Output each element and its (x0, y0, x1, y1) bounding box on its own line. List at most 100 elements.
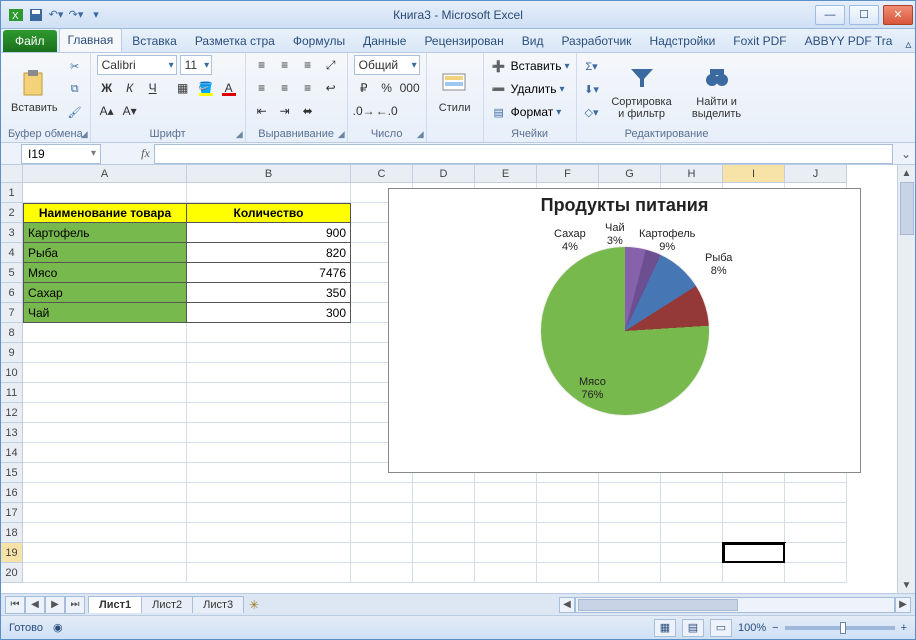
cell-J19[interactable] (785, 543, 847, 563)
fill-icon[interactable]: ⬇▾ (583, 80, 601, 98)
cell-I16[interactable] (723, 483, 785, 503)
formula-input[interactable] (154, 144, 893, 164)
cell-A8[interactable] (23, 323, 187, 343)
border-button[interactable]: ▦ (173, 78, 193, 98)
align-right-icon[interactable]: ≡ (298, 78, 318, 98)
select-all-button[interactable] (1, 165, 23, 183)
cell-B18[interactable] (187, 523, 351, 543)
tab-foxit[interactable]: Foxit PDF (725, 30, 794, 52)
cell-G18[interactable] (599, 523, 661, 543)
row-header-5[interactable]: 5 (1, 263, 23, 283)
cell-B14[interactable] (187, 443, 351, 463)
clipboard-launcher-icon[interactable]: ◢ (81, 129, 88, 140)
cell-D17[interactable] (413, 503, 475, 523)
cell-G19[interactable] (599, 543, 661, 563)
format-cells-button[interactable]: ▤ Формат▾ (490, 103, 570, 121)
cell-J20[interactable] (785, 563, 847, 583)
sheet-tab-3[interactable]: Лист3 (192, 596, 244, 613)
row-header-7[interactable]: 7 (1, 303, 23, 323)
row-header-15[interactable]: 15 (1, 463, 23, 483)
format-painter-icon[interactable]: 🖌 (66, 103, 84, 121)
cell-I18[interactable] (723, 523, 785, 543)
cell-B2[interactable]: Количество (187, 203, 351, 223)
row-header-2[interactable]: 2 (1, 203, 23, 223)
cell-F18[interactable] (537, 523, 599, 543)
font-size-combo[interactable]: 11 (180, 55, 212, 75)
cell-E17[interactable] (475, 503, 537, 523)
cell-H16[interactable] (661, 483, 723, 503)
row-header-8[interactable]: 8 (1, 323, 23, 343)
cell-A12[interactable] (23, 403, 187, 423)
insert-cells-button[interactable]: ➕ Вставить▾ (490, 57, 570, 75)
italic-button[interactable]: К (120, 78, 140, 98)
sort-filter-button[interactable]: Сортировка и фильтр (605, 55, 679, 127)
scroll-up-icon[interactable]: ▲ (899, 165, 915, 181)
scroll-left-icon[interactable]: ◀ (559, 597, 575, 613)
fill-color-button[interactable]: 🪣 (196, 78, 216, 98)
row-header-17[interactable]: 17 (1, 503, 23, 523)
tab-addins[interactable]: Надстройки (641, 30, 723, 52)
zoom-in-button[interactable]: + (901, 622, 907, 634)
expand-formula-bar-icon[interactable]: ⌄ (897, 147, 915, 161)
copy-icon[interactable]: ⧉ (66, 80, 84, 98)
row-header-9[interactable]: 9 (1, 343, 23, 363)
styles-button[interactable]: Стили (433, 55, 477, 127)
qat-customize-icon[interactable]: ▾ (87, 6, 105, 24)
cell-C17[interactable] (351, 503, 413, 523)
page-layout-view-button[interactable]: ▤ (682, 619, 704, 637)
row-header-10[interactable]: 10 (1, 363, 23, 383)
normal-view-button[interactable]: ▦ (654, 619, 676, 637)
last-sheet-button[interactable]: ⏭ (65, 596, 85, 614)
fx-icon[interactable]: fx (137, 146, 154, 161)
decrease-decimal-icon[interactable]: ←.0 (377, 101, 397, 121)
shrink-font-button[interactable]: A▾ (120, 101, 140, 121)
tab-developer[interactable]: Разработчик (553, 30, 639, 52)
tab-insert[interactable]: Вставка (124, 30, 185, 52)
cell-A13[interactable] (23, 423, 187, 443)
cell-B3[interactable]: 900 (187, 223, 351, 243)
row-header-19[interactable]: 19 (1, 543, 23, 563)
tab-page-layout[interactable]: Разметка стра (187, 30, 283, 52)
cell-A4[interactable]: Рыба (23, 243, 187, 263)
number-format-combo[interactable]: Общий (354, 55, 420, 75)
vertical-scrollbar[interactable]: ▲ ▼ (897, 165, 915, 593)
delete-cells-button[interactable]: ➖ Удалить▾ (490, 80, 570, 98)
minimize-button[interactable]: — (815, 5, 845, 25)
cell-A6[interactable]: Сахар (23, 283, 187, 303)
col-header-A[interactable]: A (23, 165, 187, 183)
clear-icon[interactable]: ◇▾ (583, 103, 601, 121)
zoom-out-button[interactable]: − (772, 622, 778, 634)
zoom-slider[interactable] (785, 626, 895, 630)
cell-E16[interactable] (475, 483, 537, 503)
cell-F20[interactable] (537, 563, 599, 583)
cell-A2[interactable]: Наименование товара (23, 203, 187, 223)
scroll-thumb[interactable] (900, 182, 914, 235)
next-sheet-button[interactable]: ▶ (45, 596, 65, 614)
embedded-chart[interactable]: Продукты питания Сахар4% Чай3% Картофель… (388, 188, 861, 473)
cell-D16[interactable] (413, 483, 475, 503)
cell-F16[interactable] (537, 483, 599, 503)
cell-H18[interactable] (661, 523, 723, 543)
cell-B11[interactable] (187, 383, 351, 403)
macro-record-icon[interactable]: ◉ (53, 621, 63, 634)
decrease-indent-icon[interactable]: ⇤ (252, 101, 272, 121)
cell-I19[interactable] (723, 543, 785, 563)
cells-area[interactable]: Наименование товараКоличествоКартофель90… (23, 183, 897, 593)
cell-G20[interactable] (599, 563, 661, 583)
font-color-button[interactable]: A (219, 78, 239, 98)
cell-J16[interactable] (785, 483, 847, 503)
row-header-13[interactable]: 13 (1, 423, 23, 443)
cell-B8[interactable] (187, 323, 351, 343)
cell-B13[interactable] (187, 423, 351, 443)
cell-B1[interactable] (187, 183, 351, 203)
row-header-3[interactable]: 3 (1, 223, 23, 243)
row-header-18[interactable]: 18 (1, 523, 23, 543)
scroll-down-icon[interactable]: ▼ (899, 577, 915, 593)
cell-C16[interactable] (351, 483, 413, 503)
col-header-J[interactable]: J (785, 165, 847, 183)
sheet-tab-1[interactable]: Лист1 (88, 596, 142, 613)
increase-decimal-icon[interactable]: .0→ (354, 101, 374, 121)
tab-view[interactable]: Вид (514, 30, 552, 52)
save-icon[interactable] (27, 6, 45, 24)
percent-icon[interactable]: % (377, 78, 397, 98)
